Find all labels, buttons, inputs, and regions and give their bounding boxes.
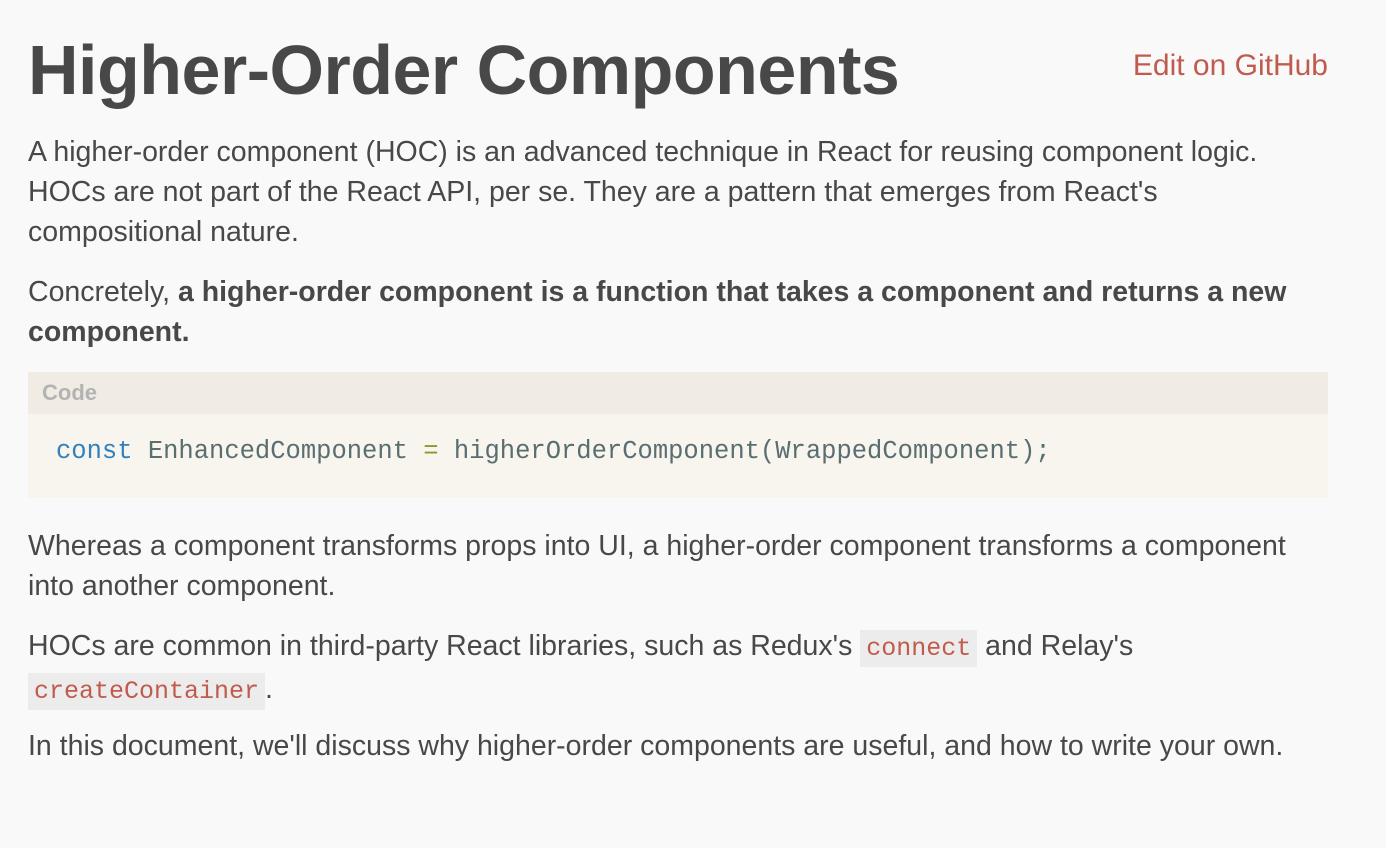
code-block: Code const EnhancedComponent = higherOrd… [28, 372, 1328, 498]
page-title: Higher-Order Components [28, 31, 900, 109]
code-block-body[interactable]: const EnhancedComponent = higherOrderCom… [28, 414, 1328, 490]
edit-on-github-link[interactable]: Edit on GitHub [1133, 46, 1328, 86]
create-container-inline-code: createContainer [28, 673, 266, 710]
code-var-name: EnhancedComponent [132, 437, 424, 466]
definition-prefix: Concretely, [28, 276, 178, 308]
code-expression: higherOrderComponent(WrappedComponent); [438, 437, 1051, 466]
libraries-middle: and Relay's [977, 630, 1134, 662]
definition-bold-text: a higher-order component is a function t… [28, 276, 1287, 348]
libraries-suffix: . [265, 673, 273, 705]
transform-paragraph: Whereas a component transforms props int… [28, 530, 1286, 602]
intro-paragraph: A higher-order component (HOC) is an adv… [28, 136, 1258, 248]
code-operator: = [423, 437, 439, 466]
code-keyword: const [56, 437, 133, 466]
connect-inline-code: connect [860, 630, 978, 667]
libraries-paragraph: HOCs are common in third-party React lib… [28, 626, 1328, 712]
document-intro-paragraph: In this document, we'll discuss why high… [28, 730, 1284, 762]
definition-paragraph: Concretely, a higher-order component is … [28, 272, 1328, 352]
libraries-prefix: HOCs are common in third-party React lib… [28, 630, 861, 662]
code-block-header: Code [28, 372, 1328, 414]
